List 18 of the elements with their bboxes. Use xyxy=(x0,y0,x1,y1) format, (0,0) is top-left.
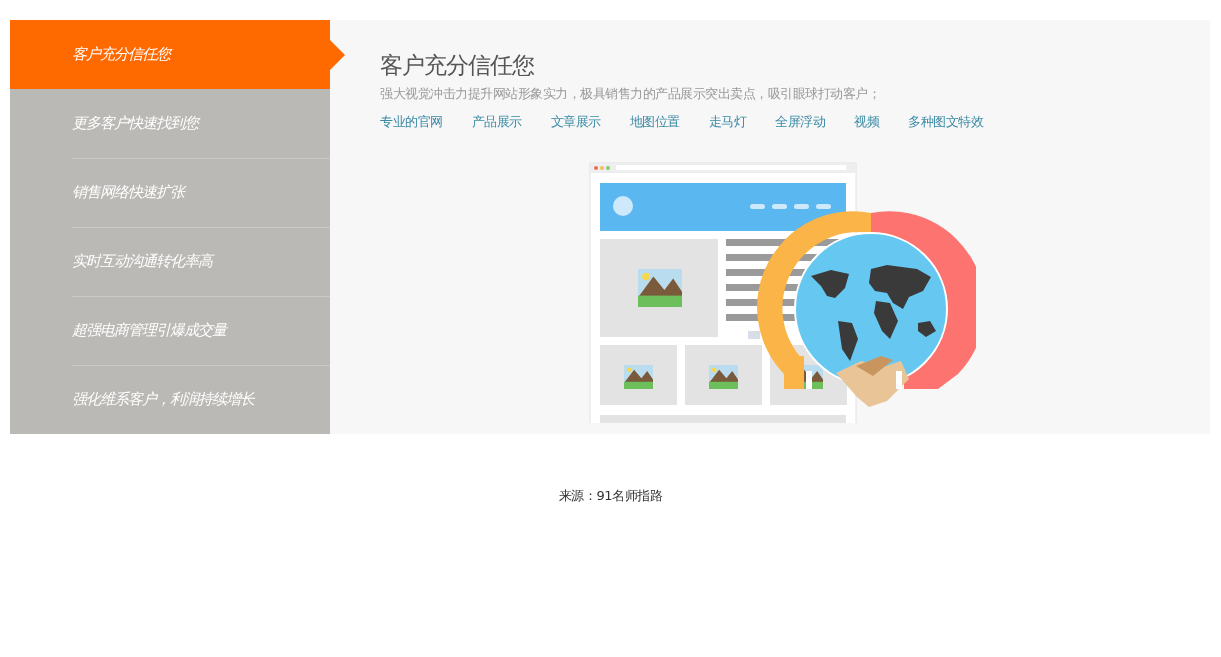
source-caption: 来源：91名师指路 xyxy=(558,487,662,505)
sidebar-tab[interactable]: 强化维系客户，利润持续增长 xyxy=(10,365,330,434)
sidebar-tab[interactable]: 销售网络快速扩张 xyxy=(10,158,330,227)
panel-title: 客户充分信任您 xyxy=(380,51,535,80)
panel-description: 强大视觉冲击力提升网站形象实力，极具销售力的产品展示突出卖点，吸引眼球打动客户； xyxy=(380,85,881,103)
feature-link[interactable]: 视频 xyxy=(854,111,879,131)
feature-link[interactable]: 全屏浮动 xyxy=(775,111,825,131)
sidebar-tab[interactable]: 超强电商管理引爆成交量 xyxy=(10,296,330,365)
sidebar-tab[interactable]: 实时互动沟通转化率高 xyxy=(10,227,330,296)
feature-link[interactable]: 地图位置 xyxy=(629,111,680,131)
feature-link[interactable]: 多种图文特效 xyxy=(908,111,983,131)
feature-link[interactable]: 产品展示 xyxy=(471,111,522,131)
feature-link[interactable]: 文章展示 xyxy=(550,111,601,131)
sidebar-tab[interactable]: 客户充分信任您 xyxy=(10,20,330,89)
pointer-arrow-icon xyxy=(330,40,345,70)
sidebar-tab[interactable]: 更多客户快速找到您 xyxy=(10,89,330,158)
feature-link[interactable]: 走马灯 xyxy=(708,111,746,131)
feature-link[interactable]: 专业的官网 xyxy=(380,111,443,131)
